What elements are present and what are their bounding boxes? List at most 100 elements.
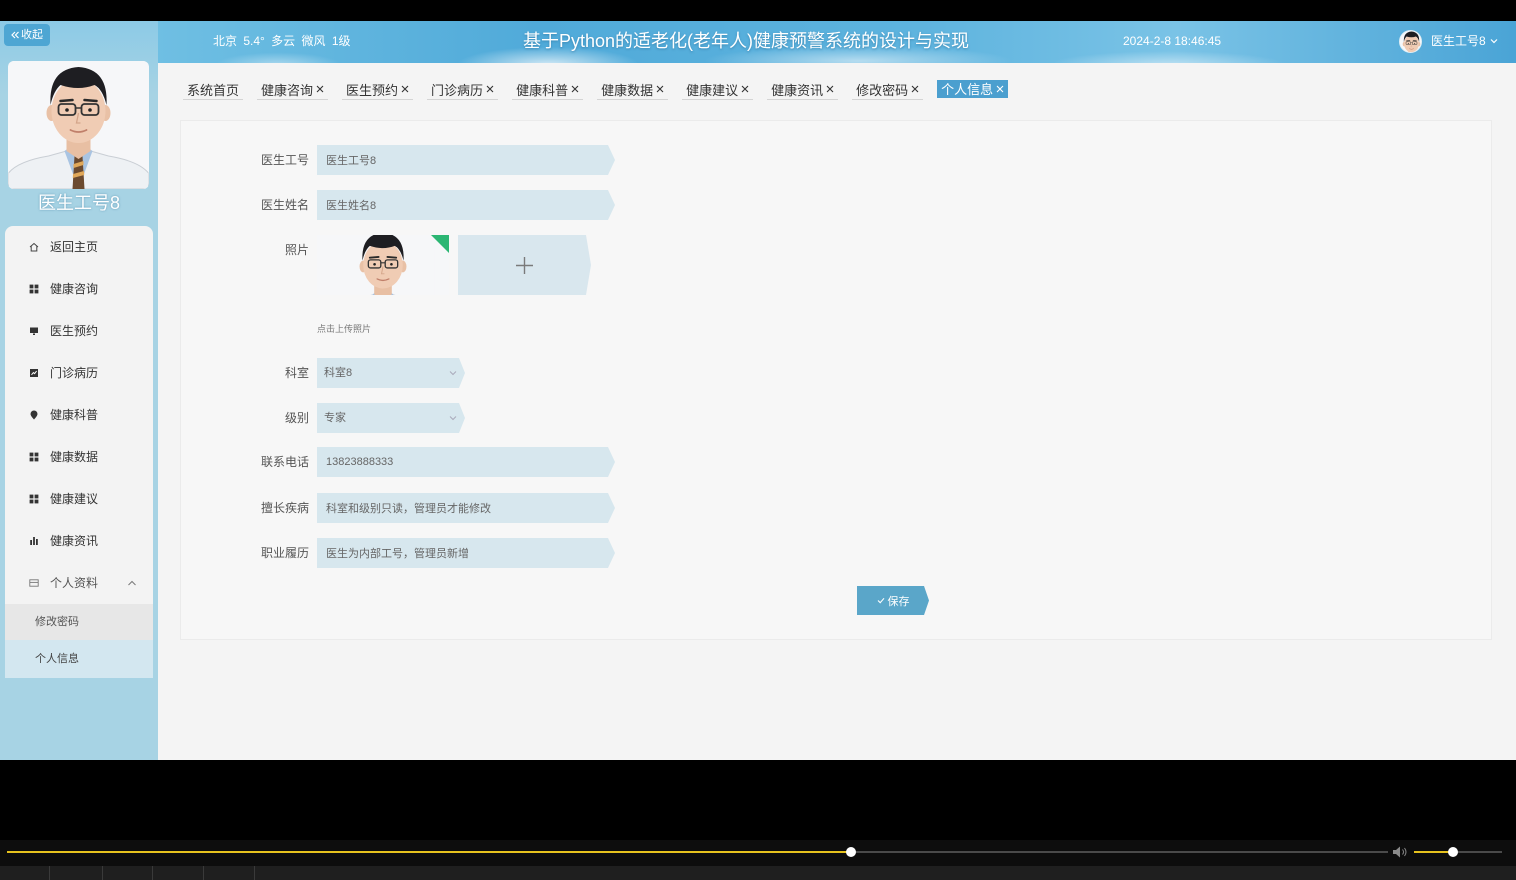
home-icon: [29, 242, 39, 252]
tab-health-advice[interactable]: 健康建议: [682, 79, 754, 100]
doctor-portrait-icon: [8, 61, 149, 189]
close-icon[interactable]: [656, 85, 664, 93]
tab-bar: 系统首页 健康咨询 医生预约 门诊病历 健康科普 健康数据 健康建议 健康资讯 …: [183, 79, 1009, 100]
tab-change-password[interactable]: 修改密码: [852, 79, 924, 100]
experience-input[interactable]: [317, 538, 615, 568]
chart-box-icon: [30, 369, 38, 377]
close-icon[interactable]: [911, 85, 919, 93]
photo-upload-button[interactable]: [458, 235, 591, 295]
tab-health-news[interactable]: 健康资讯: [767, 79, 839, 100]
form-row-doctor-id: 医生工号: [181, 145, 881, 175]
sidebar-subitem-label: 个人信息: [35, 653, 79, 665]
sidebar-item-health-news[interactable]: 健康资讯: [5, 520, 153, 562]
sidebar-item-label: 医生预约: [50, 324, 99, 338]
phone-label: 联系电话: [260, 455, 309, 469]
taskbar-slot[interactable]: [103, 866, 153, 880]
sidebar-item-health-science[interactable]: 健康科普: [5, 394, 153, 436]
seek-bar[interactable]: [7, 847, 1388, 857]
tab-home[interactable]: 系统首页: [183, 79, 244, 100]
sidebar-item-label: 健康科普: [50, 408, 99, 422]
department-value: 科室8: [324, 367, 353, 379]
video-letterbox: [0, 760, 1516, 840]
form-row-doctor-name: 医生姓名: [181, 190, 881, 220]
close-icon[interactable]: [571, 85, 579, 93]
sidebar-item-consultation[interactable]: 健康咨询: [5, 268, 153, 310]
close-icon[interactable]: [996, 85, 1004, 93]
photo-preview[interactable]: [317, 235, 449, 295]
specialty-label: 擅长疾病: [260, 501, 309, 515]
doctor-name-label: 医生姓名: [260, 198, 309, 212]
tab-health-data[interactable]: 健康数据: [597, 79, 669, 100]
doctor-portrait-icon: [1400, 31, 1421, 52]
sidebar-subitem-change-password[interactable]: 修改密码: [5, 604, 153, 640]
header-avatar[interactable]: [1399, 30, 1422, 53]
sidebar-item-home[interactable]: 返回主页: [5, 226, 153, 268]
sidebar-item-profile[interactable]: 个人资料: [5, 562, 153, 604]
tab-personal-info[interactable]: 个人信息: [937, 80, 1009, 98]
grid-icon: [29, 284, 39, 294]
tab-label: 健康建议: [686, 82, 739, 98]
close-icon[interactable]: [741, 85, 749, 93]
sidebar: 收起 医生工号8 返回主页 健康咨询 医生预约 门诊病历 健康科普 健康数据 健…: [0, 21, 158, 760]
weather-info: 北京 5.4° 多云 微风 1级: [213, 34, 351, 48]
sidebar-avatar: [8, 61, 149, 189]
tab-consultation[interactable]: 健康咨询: [257, 79, 329, 100]
department-select[interactable]: 科室8: [317, 358, 465, 388]
taskbar-slot[interactable]: [50, 866, 103, 880]
tab-label: 门诊病历: [431, 82, 484, 98]
seek-handle[interactable]: [845, 847, 856, 857]
form-row-level: 级别 专家: [181, 403, 881, 433]
volume-slider[interactable]: [1414, 847, 1502, 857]
close-icon[interactable]: [401, 85, 409, 93]
close-icon[interactable]: [316, 85, 324, 93]
photo-label: 照片: [284, 243, 309, 257]
form-row-experience: 职业履历: [181, 538, 881, 568]
level-select[interactable]: 专家: [317, 403, 465, 433]
sidebar-subitem-personal-info[interactable]: 个人信息: [5, 640, 153, 678]
sidebar-item-health-data[interactable]: 健康数据: [5, 436, 153, 478]
form-row-department: 科室 科室8: [181, 358, 881, 388]
sidebar-menu: 返回主页 健康咨询 医生预约 门诊病历 健康科普 健康数据 健康建议 健康资讯 …: [5, 226, 153, 678]
sidebar-item-label: 门诊病历: [50, 366, 99, 380]
sidebar-item-label: 健康资讯: [50, 534, 99, 548]
sidebar-item-appointment[interactable]: 医生预约: [5, 310, 153, 352]
tab-appointment[interactable]: 医生预约: [342, 79, 414, 100]
save-button-label: 保存: [887, 595, 910, 608]
level-label: 级别: [284, 411, 309, 425]
close-icon[interactable]: [486, 85, 494, 93]
tab-label: 健康数据: [601, 82, 654, 98]
sidebar-item-health-advice[interactable]: 健康建议: [5, 478, 153, 520]
user-menu-label: 医生工号8: [1431, 34, 1486, 48]
sidebar-subitem-label: 修改密码: [35, 616, 79, 628]
taskbar-slot[interactable]: [153, 866, 204, 880]
tab-label: 医生预约: [346, 82, 399, 98]
doctor-id-label: 医生工号: [260, 153, 309, 167]
user-menu[interactable]: 医生工号8: [1431, 33, 1498, 49]
volume-icon[interactable]: [1392, 845, 1408, 859]
specialty-input[interactable]: [317, 493, 615, 523]
doctor-name-input[interactable]: [317, 190, 615, 220]
tab-label: 健康资讯: [771, 82, 824, 98]
chevron-down-icon: [449, 370, 457, 376]
phone-input[interactable]: [317, 447, 615, 477]
doctor-id-input[interactable]: [317, 145, 615, 175]
taskbar-slot[interactable]: [0, 866, 50, 880]
grid-icon: [29, 452, 39, 462]
close-icon[interactable]: [826, 85, 834, 93]
taskbar: [0, 866, 1516, 880]
tab-label: 健康咨询: [261, 82, 314, 98]
tab-health-science[interactable]: 健康科普: [512, 79, 584, 100]
taskbar-slot[interactable]: [204, 866, 255, 880]
tab-label: 系统首页: [187, 82, 240, 98]
double-chevron-left-icon: [11, 31, 19, 39]
system-title: 基于Python的适老化(老年人)健康预警系统的设计与实现: [523, 31, 970, 51]
collapse-button[interactable]: 收起: [4, 24, 50, 46]
sidebar-item-label: 健康数据: [50, 450, 99, 464]
save-button[interactable]: 保存: [857, 586, 929, 615]
sidebar-item-medical-record[interactable]: 门诊病历: [5, 352, 153, 394]
sidebar-item-label: 健康咨询: [50, 282, 99, 296]
id-card-icon: [29, 579, 39, 587]
tab-medical-record[interactable]: 门诊病历: [427, 79, 499, 100]
volume-handle[interactable]: [1447, 847, 1458, 857]
sidebar-item-label: 返回主页: [50, 240, 99, 254]
